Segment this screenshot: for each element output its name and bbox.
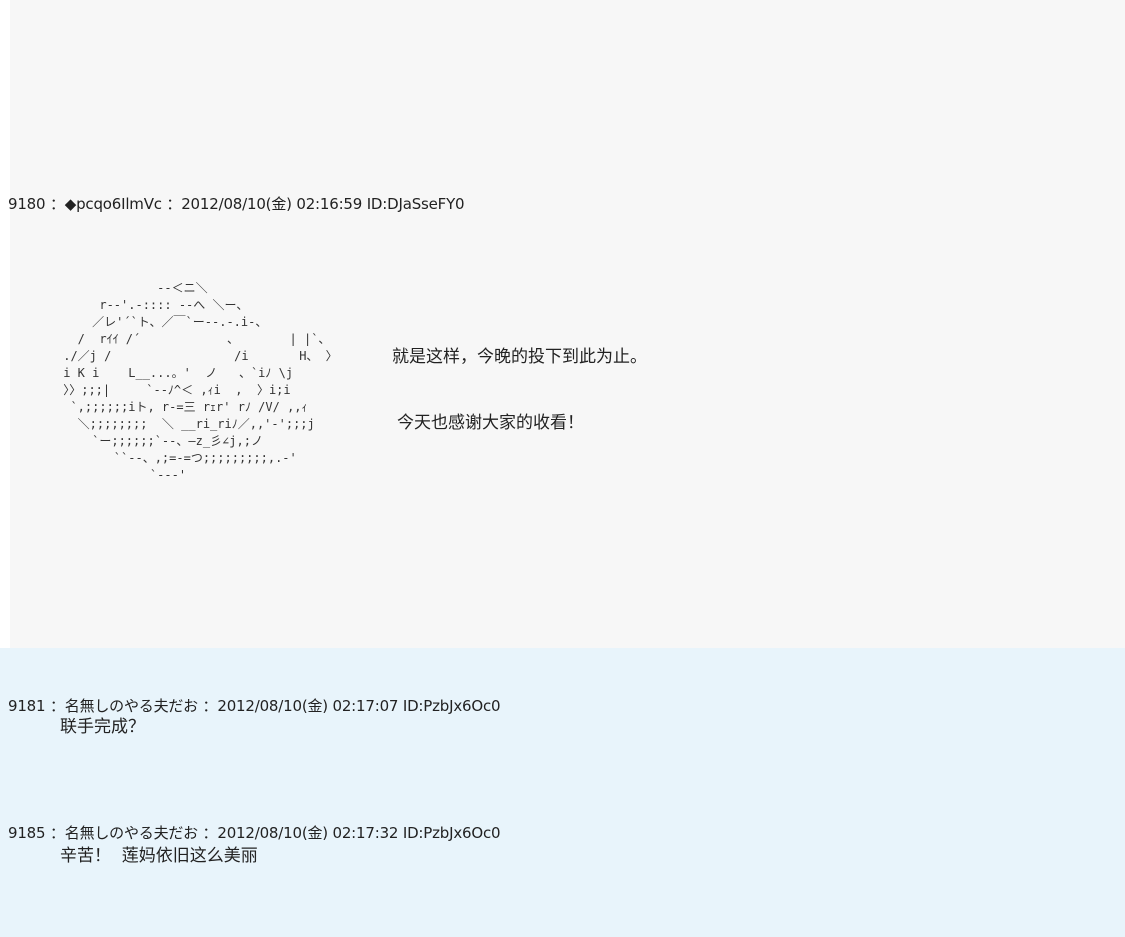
poster-name: ◆pcqo6IlmVc xyxy=(64,195,162,213)
poster-id[interactable]: ID:DJaSseFY0 xyxy=(367,195,465,213)
post-date: 2012/08/10(金) 02:17:32 xyxy=(217,824,399,842)
post-header: 9185 ：名無しのやる夫だお ：2012/08/10(金) 02:17:32 … xyxy=(8,824,501,842)
poster-id[interactable]: ID:PzbJx6Oc0 xyxy=(403,697,501,715)
poster-name: 名無しのやる夫だお xyxy=(64,697,198,715)
post-body: 联手完成？ xyxy=(60,717,145,737)
dialog-line: 今天也感谢大家的收看！ xyxy=(397,413,584,433)
ascii-art: ‐-＜ニ＼ r‐‐'.-:::: -‐へ ＼ー、 ／レ'´`ト、／￣`ー‐‐.‐… xyxy=(63,281,338,482)
post-body: 辛苦！ 莲妈依旧这么美丽 xyxy=(60,846,258,866)
post-number[interactable]: 9180 xyxy=(8,195,46,213)
header-separator: ： xyxy=(49,697,65,715)
dialog-line: 就是这样，今晚的投下到此为止。 xyxy=(392,347,647,367)
header-separator: ： xyxy=(49,824,65,842)
post-header: 9181 ：名無しのやる夫だお ：2012/08/10(金) 02:17:07 … xyxy=(8,697,501,715)
post-header: 9180 ：◆pcqo6IlmVc ：2012/08/10(金) 02:16:5… xyxy=(8,195,465,213)
post-date: 2012/08/10(金) 02:17:07 xyxy=(217,697,399,715)
post-number[interactable]: 9185 xyxy=(8,824,46,842)
post-date: 2012/08/10(金) 02:16:59 xyxy=(181,195,363,213)
header-separator: ： xyxy=(166,195,182,213)
replies-container xyxy=(0,648,1125,937)
header-separator: ： xyxy=(202,697,218,715)
header-separator: ： xyxy=(49,195,65,213)
post-number[interactable]: 9181 xyxy=(8,697,46,715)
header-separator: ： xyxy=(202,824,218,842)
poster-name: 名無しのやる夫だお xyxy=(64,824,198,842)
poster-id[interactable]: ID:PzbJx6Oc0 xyxy=(403,824,501,842)
